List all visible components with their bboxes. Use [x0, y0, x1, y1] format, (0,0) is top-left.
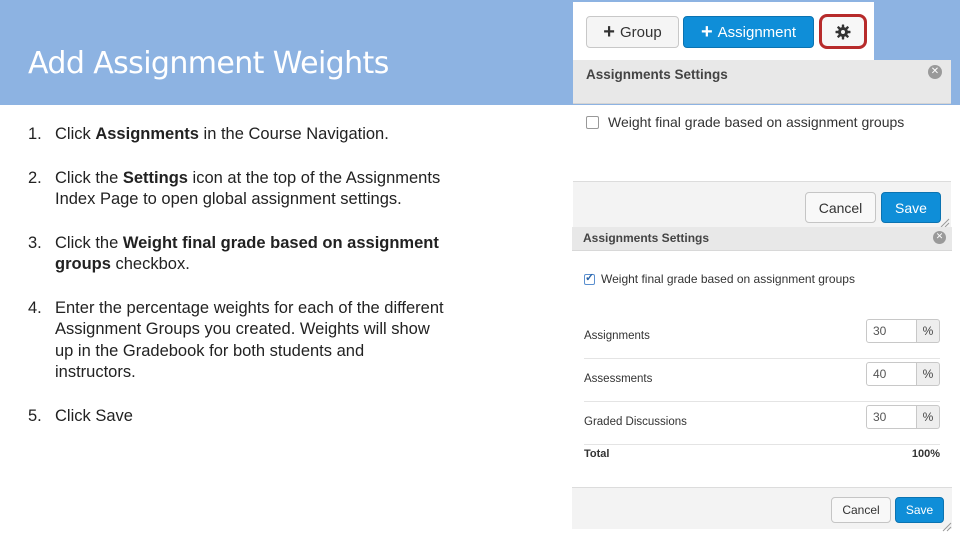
step-bold-text: Assignments — [95, 125, 199, 143]
step-text-end: in the Course Navigation. — [198, 125, 389, 143]
step-item: 3. Click the Weight final grade based on … — [28, 233, 448, 276]
settings-button[interactable] — [819, 14, 867, 49]
group-weight-input[interactable]: 40 — [866, 362, 917, 386]
add-assignment-button[interactable]: + Assignment — [683, 16, 814, 48]
step-item: 2. Click the Settings icon at the top of … — [28, 168, 448, 211]
close-icon[interactable]: ✕ — [933, 231, 946, 244]
save-button[interactable]: Save — [881, 192, 941, 223]
step-number: 5. — [28, 406, 42, 425]
weight-checkbox-checked[interactable] — [584, 271, 595, 285]
cancel-button[interactable]: Cancel — [805, 192, 876, 223]
add-group-label: Group — [619, 23, 662, 41]
steps-list: 1. Click Assignments in the Course Naviga… — [28, 124, 448, 449]
dialog-footer: Cancel Save — [572, 487, 952, 529]
step-text: Click the — [55, 168, 123, 187]
gear-icon — [835, 24, 851, 39]
cancel-button[interactable]: Cancel — [831, 497, 891, 523]
toolbar-screenshot: + Group + Assignment — [573, 2, 874, 60]
step-number: 2. — [28, 168, 42, 187]
percent-addon: % — [917, 319, 940, 343]
weight-checkbox-row[interactable]: Weight final grade based on assignment g… — [586, 114, 904, 130]
step-text: Click the — [55, 233, 123, 252]
step-text: Click Save — [55, 406, 133, 425]
group-weight-input[interactable]: 30 — [866, 319, 917, 343]
step-text-end: checkbox. — [110, 255, 190, 273]
weight-checkbox-label: Weight final grade based on assignment g… — [608, 114, 905, 130]
percent-addon: % — [917, 362, 940, 386]
group-name: Assessments — [584, 373, 653, 385]
step-text: Enter the percentage weights for each of… — [55, 298, 444, 382]
slide-title: Add Assignment Weights — [28, 46, 389, 81]
plus-icon: + — [700, 21, 713, 43]
weight-checkbox[interactable] — [586, 115, 599, 129]
weight-checkbox-label: Weight final grade based on assignment g… — [601, 272, 855, 286]
plus-icon: + — [603, 21, 615, 43]
step-item: 4. Enter the percentage weights for each … — [28, 298, 448, 384]
step-item: 5. Click Save — [28, 406, 448, 428]
settings-dialog-header: Assignments Settings ✕ — [573, 60, 951, 104]
step-item: 1. Click Assignments in the Course Naviga… — [28, 124, 448, 146]
dialog-title: Assignments Settings — [583, 231, 710, 245]
add-assignment-label: Assignment — [717, 23, 797, 41]
group-weight-row: Graded Discussions 30 % — [584, 402, 940, 445]
total-row: Total 100% — [584, 448, 940, 460]
total-label: Total — [584, 448, 610, 460]
resize-handle-icon[interactable] — [942, 522, 952, 532]
step-number: 3. — [28, 233, 42, 252]
weight-checkbox-row[interactable]: Weight final grade based on assignment g… — [584, 271, 855, 286]
settings-dialog-header: Assignments Settings ✕ — [572, 227, 952, 251]
group-name: Assignments — [584, 330, 650, 342]
close-icon[interactable]: ✕ — [928, 65, 942, 79]
group-name: Graded Discussions — [584, 416, 687, 428]
add-group-button[interactable]: + Group — [586, 16, 679, 48]
dialog-footer: Cancel Save — [573, 181, 951, 229]
group-weight-row: Assessments 40 % — [584, 359, 940, 402]
step-bold-text: Settings — [122, 168, 188, 187]
step-number: 1. — [28, 125, 42, 143]
step-number: 4. — [28, 298, 42, 317]
step-text: Click — [55, 125, 96, 143]
percent-addon: % — [917, 405, 940, 429]
group-weight-input[interactable]: 30 — [866, 405, 917, 429]
total-value: 100% — [911, 448, 940, 460]
dialog-title: Assignments Settings — [586, 67, 728, 82]
save-button[interactable]: Save — [895, 497, 944, 523]
group-weight-row: Assignments 30 % — [584, 316, 940, 359]
